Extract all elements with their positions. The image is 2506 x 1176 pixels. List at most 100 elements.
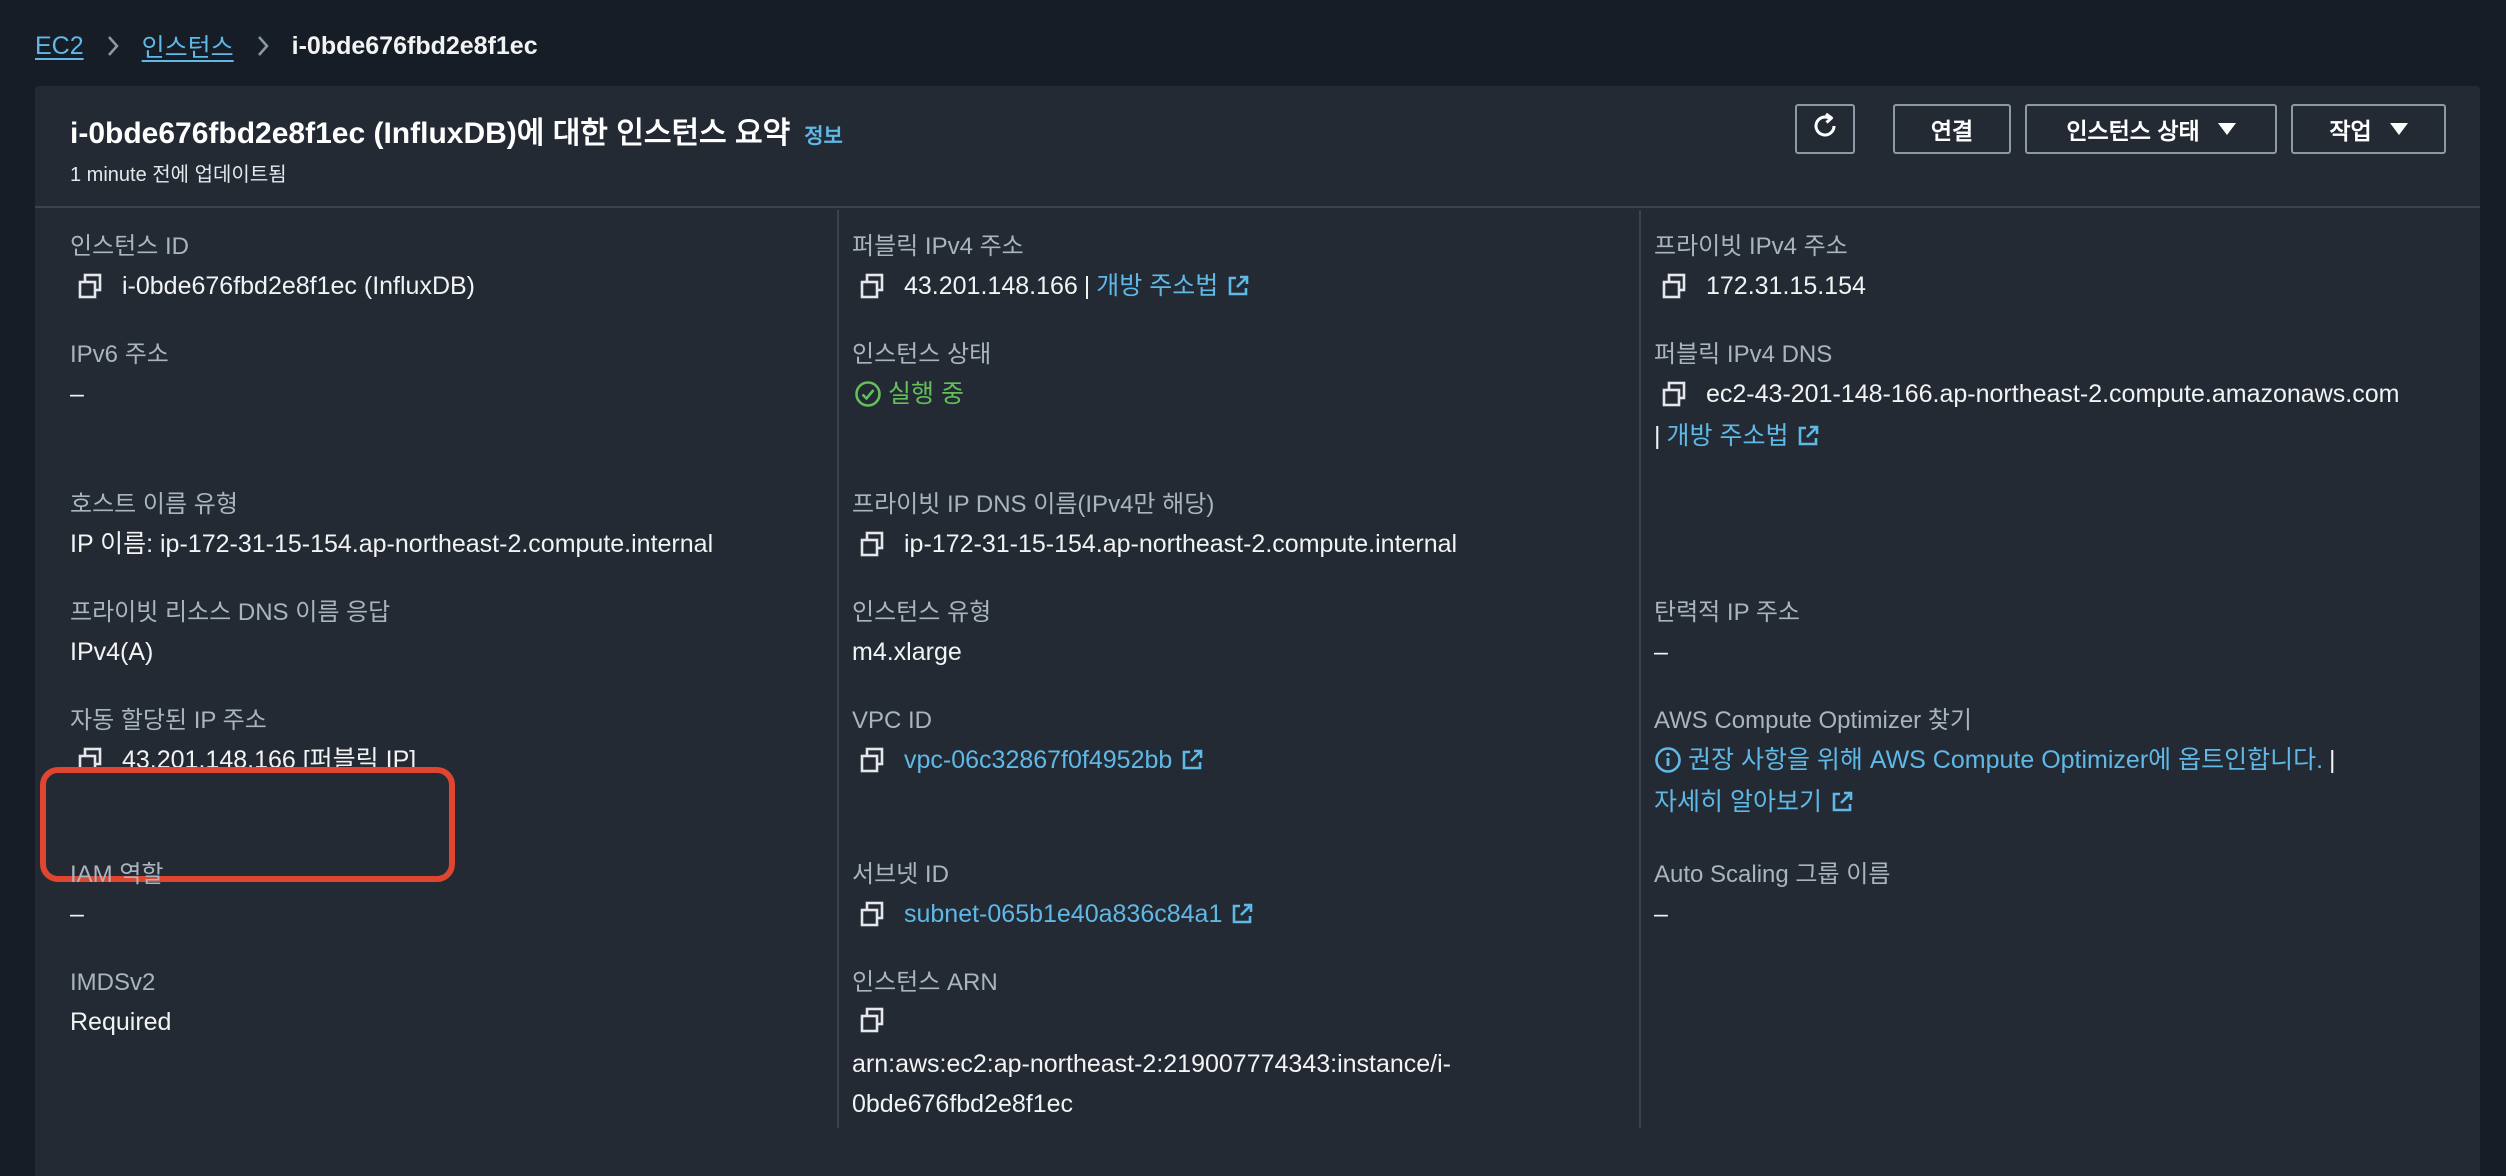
field-public-ipv4: 퍼블릭 IPv4 주소 43.201.148.166 | 개방 주소법 bbox=[852, 232, 1592, 302]
hostname-type-value: IP 이름: ip-172-31-15-154.ap-northeast-2.c… bbox=[70, 530, 714, 558]
separator: | bbox=[1654, 422, 1661, 450]
field-label: 퍼블릭 IPv4 주소 bbox=[852, 233, 1024, 260]
field-label: 퍼블릭 IPv4 DNS bbox=[1654, 341, 1833, 368]
chevron-right-icon bbox=[106, 34, 120, 58]
separator: | bbox=[1083, 272, 1091, 300]
external-link-icon[interactable] bbox=[1796, 424, 1820, 448]
field-label: AWS Compute Optimizer 찾기 bbox=[1654, 707, 1973, 734]
private-ipv4-value: 172.31.15.154 bbox=[1706, 272, 1866, 300]
page-title: i-0bde676fbd2e8f1ec (InfluxDB)에 대한 인스턴스 … bbox=[70, 117, 791, 150]
copy-icon[interactable] bbox=[858, 746, 886, 774]
field-iam-role: IAM 역할 – bbox=[70, 860, 810, 930]
refresh-button[interactable] bbox=[1795, 104, 1855, 154]
info-link[interactable]: 정보 bbox=[804, 120, 843, 150]
field-private-ipv4: 프라이빗 IPv4 주소 172.31.15.154 bbox=[1654, 232, 2394, 302]
breadcrumb-current: i-0bde676fbd2e8f1ec bbox=[291, 31, 538, 60]
instance-state-value: 실행 중 bbox=[888, 380, 964, 408]
instance-type-value: m4.xlarge bbox=[852, 638, 962, 666]
instance-state-label: 인스턴스 상태 bbox=[2066, 118, 2200, 144]
external-link-icon[interactable] bbox=[1180, 748, 1204, 772]
instance-arn-value-line1: arn:aws:ec2:ap-northeast-2:219007774343:… bbox=[852, 1050, 1452, 1078]
field-private-ip-dns: 프라이빗 IP DNS 이름(IPv4만 해당) ip-172-31-15-15… bbox=[852, 490, 1592, 560]
actions-label: 작업 bbox=[2329, 118, 2372, 144]
field-label: 서브넷 ID bbox=[852, 861, 949, 888]
field-label: VPC ID bbox=[852, 707, 933, 734]
field-instance-id: 인스턴스 ID i-0bde676fbd2e8f1ec (InfluxDB) bbox=[70, 232, 810, 302]
details-column-2: 퍼블릭 IPv4 주소 43.201.148.166 | 개방 주소법 인스턴스… bbox=[837, 210, 1639, 1128]
field-label: 호스트 이름 유형 bbox=[70, 491, 238, 518]
field-instance-type: 인스턴스 유형 m4.xlarge bbox=[852, 598, 1592, 668]
field-label: 인스턴스 상태 bbox=[852, 341, 992, 368]
subnet-id-link[interactable]: subnet-065b1e40a836c84a1 bbox=[904, 898, 1222, 930]
header-actions: 연결 인스턴스 상태 작업 bbox=[1795, 104, 2446, 154]
field-instance-state: 인스턴스 상태 실행 중 bbox=[852, 340, 1592, 410]
breadcrumb: EC2 인스턴스 i-0bde676fbd2e8f1ec bbox=[35, 26, 538, 66]
learn-more-link[interactable]: 자세히 알아보기 bbox=[1654, 786, 1822, 818]
panel-title-row: i-0bde676fbd2e8f1ec (InfluxDB)에 대한 인스턴스 … bbox=[70, 108, 843, 152]
breadcrumb-instances[interactable]: 인스턴스 bbox=[142, 28, 234, 64]
connect-button-label: 연결 bbox=[1930, 118, 1974, 144]
separator: | bbox=[2329, 746, 2336, 774]
copy-icon[interactable] bbox=[76, 746, 104, 774]
chevron-right-icon bbox=[256, 34, 270, 58]
instance-summary-panel: i-0bde676fbd2e8f1ec (InfluxDB)에 대한 인스턴스 … bbox=[35, 86, 2480, 1176]
copy-icon[interactable] bbox=[858, 900, 886, 928]
field-vpc-id: VPC ID vpc-06c32867f0f4952bb bbox=[852, 706, 1592, 776]
field-label: IAM 역할 bbox=[70, 861, 164, 888]
copy-icon[interactable] bbox=[1660, 272, 1688, 300]
open-address-link[interactable]: 개방 주소법 bbox=[1667, 420, 1789, 452]
field-label: Auto Scaling 그룹 이름 bbox=[1654, 861, 1891, 888]
instance-arn-value-line2: 0bde676fbd2e8f1ec bbox=[852, 1090, 1074, 1118]
open-address-link[interactable]: 개방 주소법 bbox=[1096, 270, 1218, 302]
field-imdsv2: IMDSv2 Required bbox=[70, 968, 810, 1038]
connect-button[interactable]: 연결 bbox=[1893, 104, 2011, 154]
external-link-icon[interactable] bbox=[1830, 790, 1854, 814]
private-ip-dns-value: ip-172-31-15-154.ap-northeast-2.compute.… bbox=[904, 530, 1458, 558]
field-label: IMDSv2 bbox=[70, 969, 156, 996]
field-label: 프라이빗 IP DNS 이름(IPv4만 해당) bbox=[852, 491, 1215, 518]
field-subnet-id: 서브넷 ID subnet-065b1e40a836c84a1 bbox=[852, 860, 1592, 930]
caret-down-icon bbox=[2389, 123, 2408, 135]
field-label: 인스턴스 유형 bbox=[852, 599, 992, 626]
check-circle-icon bbox=[854, 380, 882, 408]
copy-icon[interactable] bbox=[858, 530, 886, 558]
copy-icon[interactable] bbox=[858, 272, 886, 300]
copy-icon[interactable] bbox=[1660, 380, 1688, 408]
field-label: IPv6 주소 bbox=[70, 341, 169, 368]
details-column-3: 프라이빗 IPv4 주소 172.31.15.154 퍼블릭 IPv4 DNS … bbox=[1639, 210, 2441, 1128]
elastic-ip-value: – bbox=[1654, 638, 1668, 666]
asg-name-value: – bbox=[1654, 900, 1668, 928]
last-updated-text: 1 minute 전에 업데이트됨 bbox=[70, 164, 287, 186]
field-label: 프라이빗 IPv4 주소 bbox=[1654, 233, 1848, 260]
instance-state-dropdown[interactable]: 인스턴스 상태 bbox=[2025, 104, 2277, 154]
field-label: 인스턴스 ARN bbox=[852, 969, 998, 996]
actions-dropdown[interactable]: 작업 bbox=[2291, 104, 2446, 154]
private-dns-response-value: IPv4(A) bbox=[70, 638, 154, 666]
details-grid: 인스턴스 ID i-0bde676fbd2e8f1ec (InfluxDB) I… bbox=[35, 210, 2480, 1128]
public-ipv4-value: 43.201.148.166 bbox=[904, 272, 1078, 300]
panel-header: i-0bde676fbd2e8f1ec (InfluxDB)에 대한 인스턴스 … bbox=[35, 86, 2480, 208]
iam-role-value: – bbox=[70, 900, 84, 928]
external-link-icon[interactable] bbox=[1230, 902, 1254, 926]
ipv6-value: – bbox=[70, 380, 84, 408]
refresh-icon bbox=[1810, 111, 1840, 147]
details-column-1: 인스턴스 ID i-0bde676fbd2e8f1ec (InfluxDB) I… bbox=[35, 210, 837, 1128]
field-ipv6: IPv6 주소 – bbox=[70, 340, 810, 410]
copy-icon[interactable] bbox=[76, 272, 104, 300]
field-label: 프라이빗 리소스 DNS 이름 응답 bbox=[70, 599, 391, 626]
auto-assigned-ip-value: 43.201.148.166 [퍼블릭 IP] bbox=[122, 746, 417, 774]
external-link-icon[interactable] bbox=[1226, 274, 1250, 298]
breadcrumb-ec2[interactable]: EC2 bbox=[35, 32, 84, 61]
field-label: 자동 할당된 IP 주소 bbox=[70, 707, 267, 734]
field-asg-name: Auto Scaling 그룹 이름 – bbox=[1654, 860, 2394, 930]
field-auto-assigned-ip: 자동 할당된 IP 주소 43.201.148.166 [퍼블릭 IP] bbox=[70, 706, 810, 776]
field-compute-optimizer: AWS Compute Optimizer 찾기 권장 사항을 위해 AWS C… bbox=[1654, 706, 2434, 818]
info-circle-icon bbox=[1654, 746, 1682, 774]
copy-icon[interactable] bbox=[858, 1006, 886, 1034]
field-public-dns: 퍼블릭 IPv4 DNS ec2-43-201-148-166.ap-north… bbox=[1654, 340, 2434, 452]
imdsv2-value: Required bbox=[70, 1008, 172, 1036]
field-private-dns-response: 프라이빗 리소스 DNS 이름 응답 IPv4(A) bbox=[70, 598, 810, 668]
optimizer-opt-in-link[interactable]: 권장 사항을 위해 AWS Compute Optimizer에 옵트인합니다. bbox=[1688, 744, 2323, 776]
vpc-id-link[interactable]: vpc-06c32867f0f4952bb bbox=[904, 744, 1172, 776]
field-instance-arn: 인스턴스 ARN arn:aws:ec2:ap-northeast-2:2190… bbox=[852, 968, 1592, 1124]
